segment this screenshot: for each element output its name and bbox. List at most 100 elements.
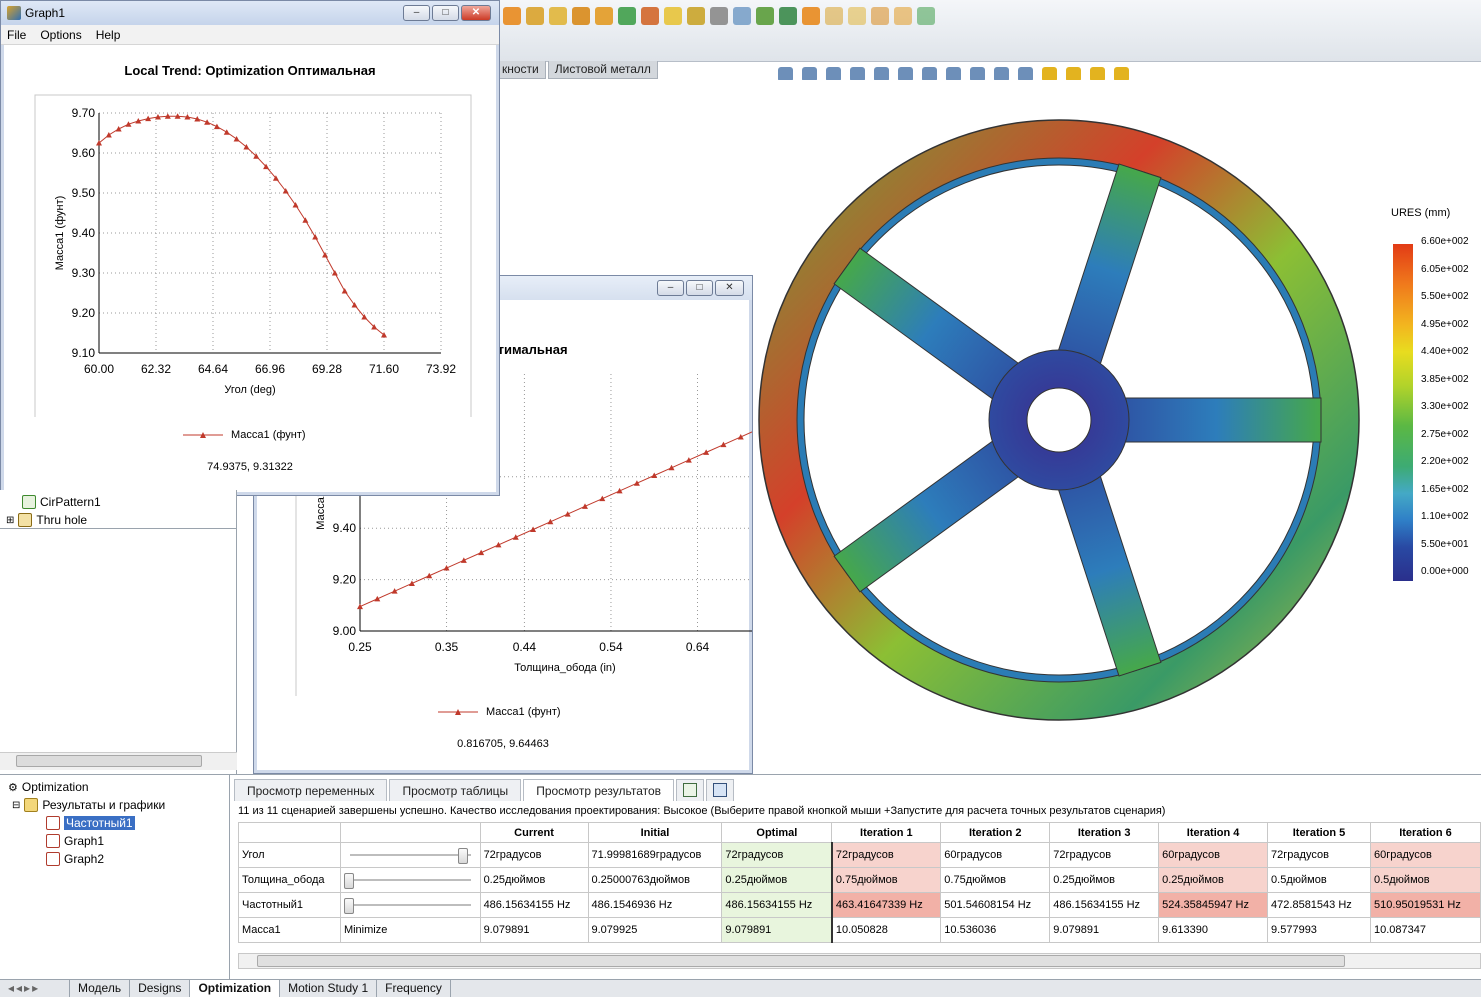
tab-frequency[interactable]: Frequency bbox=[377, 980, 451, 997]
legend-value: 4.40e+002 bbox=[1421, 346, 1469, 357]
data-point bbox=[357, 603, 363, 610]
data-point bbox=[495, 541, 502, 548]
legend-swatch bbox=[438, 709, 478, 715]
legend-value: 1.10e+002 bbox=[1421, 511, 1469, 522]
row-control[interactable] bbox=[339, 842, 481, 868]
graph1-window[interactable]: Graph1 – □ ✕ File Options Help Local Tre… bbox=[0, 0, 500, 496]
close-button[interactable]: ✕ bbox=[715, 280, 744, 296]
row-control[interactable]: Minimize bbox=[339, 917, 481, 943]
close-button[interactable]: ✕ bbox=[461, 5, 491, 21]
legend-value: 2.20e+002 bbox=[1421, 456, 1469, 467]
table-cell: 10.536036 bbox=[940, 917, 1051, 943]
scroll-thumb[interactable] bbox=[257, 955, 1345, 967]
x-tick-label: 0.44 bbox=[513, 640, 537, 654]
data-point bbox=[616, 487, 623, 494]
tab-view-table[interactable]: Просмотр таблицы bbox=[389, 779, 522, 801]
menu-options[interactable]: Options bbox=[40, 28, 81, 42]
toolbar-tool-icon[interactable] bbox=[802, 7, 820, 25]
table-cell[interactable]: 72градусов bbox=[479, 842, 589, 868]
y-tick-label: 9.30 bbox=[72, 266, 96, 280]
row-control[interactable] bbox=[339, 892, 481, 918]
tree-item-frequency[interactable]: Частотный1 bbox=[46, 816, 135, 830]
expand-icon[interactable]: ⊞ bbox=[6, 515, 14, 526]
tab-model[interactable]: Модель bbox=[70, 980, 131, 997]
y-tick-label: 9.60 bbox=[72, 146, 96, 160]
menu-help[interactable]: Help bbox=[96, 28, 121, 42]
horizontal-scrollbar[interactable] bbox=[0, 752, 237, 770]
variable-slider[interactable] bbox=[343, 898, 477, 914]
tab-optimization[interactable]: Optimization bbox=[190, 980, 281, 997]
maximize-button[interactable]: □ bbox=[686, 280, 713, 296]
toolbar-tool-icon[interactable] bbox=[526, 7, 544, 25]
toolbar-tool-icon[interactable] bbox=[503, 7, 521, 25]
toolbar-tool-icon[interactable] bbox=[917, 7, 935, 25]
tree-item-graph1[interactable]: Graph1 bbox=[46, 834, 104, 848]
folder-icon bbox=[24, 798, 39, 812]
toolbar-tool-icon[interactable] bbox=[779, 7, 797, 25]
tab-sheet-metal[interactable]: Листовой металл bbox=[547, 61, 658, 79]
toolbar-tool-icon[interactable] bbox=[687, 7, 705, 25]
tab-designs[interactable]: Designs bbox=[130, 980, 191, 997]
slider-knob[interactable] bbox=[343, 873, 354, 889]
tree-item-cirpattern[interactable]: CirPattern1 bbox=[22, 495, 101, 509]
table-cell: 9.079891 bbox=[1049, 917, 1160, 943]
toolbar-tool-icon[interactable] bbox=[756, 7, 774, 25]
tab-view-variables[interactable]: Просмотр переменных bbox=[234, 779, 388, 801]
toolbar-tool-icon[interactable] bbox=[595, 7, 613, 25]
tree-item-thru-hole[interactable]: ⊞ Thru hole bbox=[6, 513, 87, 527]
tab-scroll-arrows[interactable]: ◂◂▸▸ bbox=[0, 980, 70, 997]
toolbar-tool-icon[interactable] bbox=[641, 7, 659, 25]
menu-file[interactable]: File bbox=[7, 28, 26, 42]
toolbar-tool-icon[interactable] bbox=[871, 7, 889, 25]
tree-item-graph2[interactable]: Graph2 bbox=[46, 852, 104, 866]
legend-value: 0.00e+000 bbox=[1421, 566, 1469, 577]
export-excel-button[interactable] bbox=[676, 779, 705, 801]
collapse-icon[interactable]: ⊟ bbox=[12, 800, 20, 811]
data-point bbox=[685, 457, 692, 463]
legend-value: 6.60e+002 bbox=[1421, 236, 1469, 247]
status-message: 11 из 11 сценарией завершены успешно. Ка… bbox=[238, 805, 1166, 817]
slider-knob[interactable] bbox=[457, 848, 468, 864]
legend-value: 5.50e+002 bbox=[1421, 291, 1469, 302]
legend-value: 2.75e+002 bbox=[1421, 428, 1469, 440]
results-scrollbar[interactable] bbox=[238, 953, 1481, 969]
table-cell: 0.25дюймов bbox=[721, 867, 833, 893]
row-control[interactable] bbox=[339, 867, 481, 893]
maximize-button[interactable]: □ bbox=[432, 5, 459, 21]
chart-legend: Масса1 (фунт) bbox=[438, 706, 561, 718]
minimize-button[interactable]: – bbox=[403, 5, 430, 21]
tree-folder-results[interactable]: ⊟ Результаты и графики bbox=[12, 798, 165, 812]
column-header: Optimal bbox=[721, 822, 833, 843]
table-cell[interactable]: 0.25дюймов bbox=[479, 867, 589, 893]
toolbar-tool-icon[interactable] bbox=[894, 7, 912, 25]
scroll-thumb[interactable] bbox=[16, 755, 202, 767]
data-point bbox=[443, 565, 450, 571]
hole-icon bbox=[18, 513, 33, 527]
toolbar-tool-icon[interactable] bbox=[572, 7, 590, 25]
table-cell: 60градусов bbox=[1158, 842, 1269, 868]
slider-knob[interactable] bbox=[343, 898, 354, 914]
table-cell: 501.54608154 Hz bbox=[940, 892, 1051, 918]
data-point bbox=[312, 234, 319, 240]
tab-motion-study[interactable]: Motion Study 1 bbox=[280, 980, 378, 997]
chart-legend: Масса1 (фунт) bbox=[183, 429, 306, 441]
tab-view-results[interactable]: Просмотр результатов bbox=[523, 779, 675, 801]
variable-slider[interactable] bbox=[343, 873, 477, 889]
tab-surfaces[interactable]: кности bbox=[495, 61, 546, 79]
toolbar-tool-icon[interactable] bbox=[549, 7, 567, 25]
y-tick-label: 9.70 bbox=[72, 106, 96, 120]
toolbar-tool-icon[interactable] bbox=[848, 7, 866, 25]
row-label: Масса1 bbox=[238, 917, 341, 943]
variable-slider[interactable] bbox=[344, 848, 477, 864]
settings-button[interactable] bbox=[706, 779, 735, 801]
toolbar-tool-icon[interactable] bbox=[733, 7, 751, 25]
tree-root-optimization[interactable]: ⚙ Optimization bbox=[8, 780, 89, 794]
table-cell: 486.15634155 Hz bbox=[1049, 892, 1160, 918]
toolbar-tool-icon[interactable] bbox=[825, 7, 843, 25]
toolbar-tool-icon[interactable] bbox=[618, 7, 636, 25]
minimize-button[interactable]: – bbox=[657, 280, 684, 296]
toolbar-tool-icon[interactable] bbox=[710, 7, 728, 25]
toolbar-tool-icon[interactable] bbox=[664, 7, 682, 25]
data-point bbox=[105, 132, 112, 138]
y-tick-label: 9.10 bbox=[72, 346, 96, 360]
